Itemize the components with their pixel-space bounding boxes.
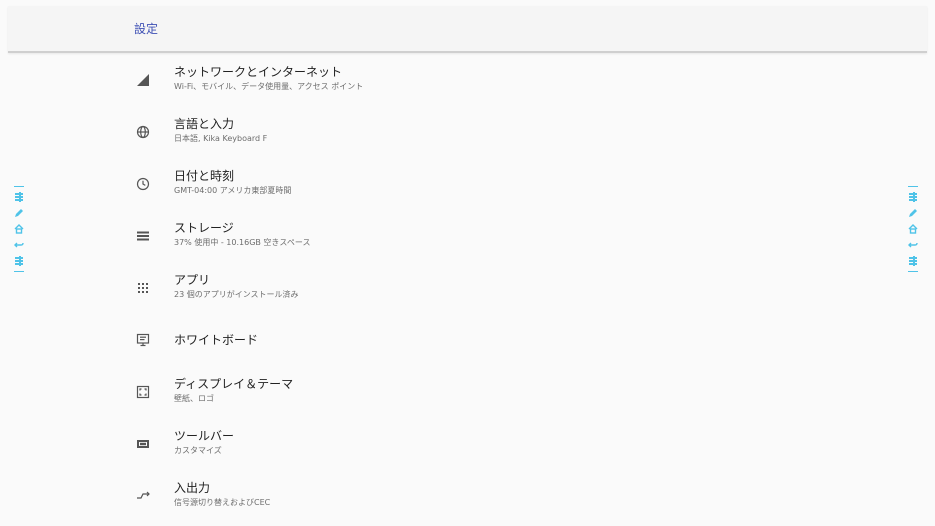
settings-item-title: 日付と時刻	[174, 169, 235, 183]
whiteboard-icon	[134, 331, 152, 349]
settings-item-title: ネットワークとインターネット	[174, 65, 343, 79]
pen-icon[interactable]	[13, 207, 25, 219]
settings-item-input-output[interactable]: 入出力 信号源切り替えおよびCEC	[130, 472, 830, 524]
home-icon[interactable]	[13, 223, 25, 235]
home-icon[interactable]	[907, 223, 919, 235]
settings-item-subtitle: カスタマイズ	[174, 446, 222, 455]
storage-icon	[134, 227, 152, 245]
side-toolbar-divider	[908, 271, 918, 272]
settings-item-title: ディスプレイ＆テーマ	[174, 377, 294, 391]
pen-icon[interactable]	[907, 207, 919, 219]
settings-sliders-icon[interactable]	[907, 255, 919, 267]
settings-item-title: 言語と入力	[174, 117, 235, 131]
settings-item-subtitle: 23 個のアプリがインストール済み	[174, 290, 299, 299]
apps-grid-icon	[134, 279, 152, 297]
back-icon[interactable]	[13, 239, 25, 251]
display-icon	[134, 383, 152, 401]
settings-item-apps[interactable]: アプリ 23 個のアプリがインストール済み	[130, 264, 830, 316]
settings-item-display[interactable]: ディスプレイ＆テーマ 壁紙、ロゴ	[130, 368, 830, 420]
settings-item-subtitle: 日本語, Kika Keyboard F	[174, 134, 268, 143]
side-toolbar-divider	[908, 186, 918, 187]
settings-item-title: ストレージ	[174, 221, 234, 235]
settings-item-datetime[interactable]: 日付と時刻 GMT-04:00 アメリカ東部夏時間	[130, 160, 830, 212]
signal-icon	[134, 71, 152, 89]
settings-item-title: 入出力	[174, 481, 211, 495]
settings-item-language[interactable]: 言語と入力 日本語, Kika Keyboard F	[130, 108, 830, 160]
back-icon[interactable]	[907, 239, 919, 251]
side-toolbar-right	[906, 186, 920, 272]
settings-item-subtitle: 37% 使用中 - 10.16GB 空きスペース	[174, 238, 311, 247]
settings-item-toolbar[interactable]: ツールバー カスタマイズ	[130, 420, 830, 472]
settings-item-subtitle: Wi-Fi、モバイル、データ使用量、アクセス ポイント	[174, 82, 364, 91]
settings-screen: 設定 ネットワークとインターネット Wi-Fi、モバイル、データ使用量、アクセス…	[0, 0, 935, 526]
settings-item-subtitle: GMT-04:00 アメリカ東部夏時間	[174, 186, 292, 195]
page-title: 設定	[134, 22, 159, 36]
settings-item-subtitle: 信号源切り替えおよびCEC	[174, 498, 271, 507]
side-toolbar-left	[12, 186, 26, 272]
globe-icon	[134, 123, 152, 141]
settings-sliders-icon[interactable]	[907, 191, 919, 203]
app-bar: 設定	[8, 6, 927, 53]
settings-list: ネットワークとインターネット Wi-Fi、モバイル、データ使用量、アクセス ポイ…	[130, 56, 830, 524]
settings-item-whiteboard[interactable]: ホワイトボード	[130, 316, 830, 368]
toolbar-icon	[134, 435, 152, 453]
settings-item-title: ツールバー	[174, 429, 235, 443]
side-toolbar-divider	[14, 186, 24, 187]
settings-sliders-icon[interactable]	[13, 255, 25, 267]
settings-item-title: アプリ	[174, 273, 211, 287]
settings-item-storage[interactable]: ストレージ 37% 使用中 - 10.16GB 空きスペース	[130, 212, 830, 264]
settings-item-subtitle: 壁紙、ロゴ	[174, 394, 214, 403]
clock-icon	[134, 175, 152, 193]
side-toolbar-divider	[14, 271, 24, 272]
settings-sliders-icon[interactable]	[13, 191, 25, 203]
settings-item-network[interactable]: ネットワークとインターネット Wi-Fi、モバイル、データ使用量、アクセス ポイ…	[130, 56, 830, 108]
input-output-icon	[134, 487, 152, 505]
settings-item-title: ホワイトボード	[174, 333, 259, 347]
